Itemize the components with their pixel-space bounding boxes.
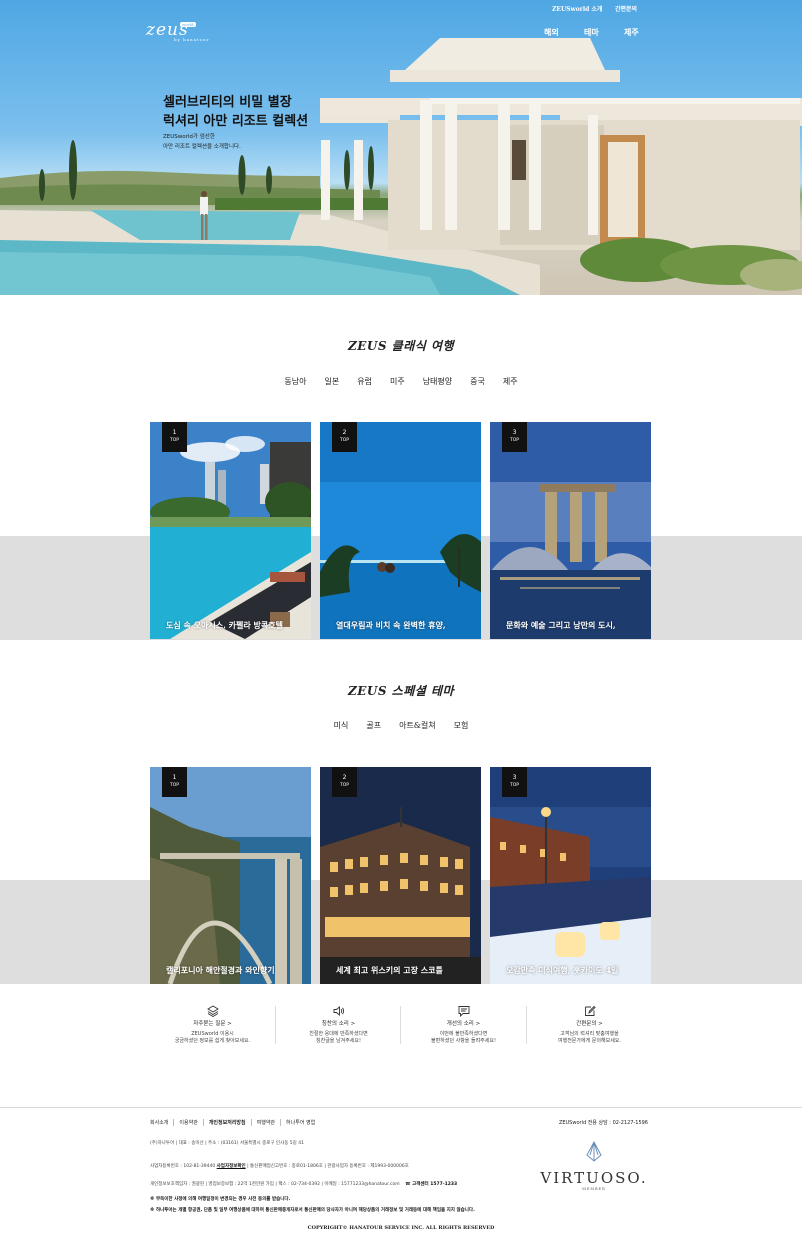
nav-theme[interactable]: 테마 (584, 27, 599, 38)
rank-badge: 1 TOP (162, 422, 187, 452)
rank-badge: 2 TOP (332, 422, 357, 452)
virtuoso-logo: VIRTUOSO. MEMBER (535, 1140, 653, 1191)
footer-divider (0, 1107, 802, 1108)
hero-title: 셀러브리티의 비밀 별장 럭셔리 아만 리조트 컬렉션 (163, 95, 309, 129)
hero-description: ZEUSworld가 엄선한 아만 리조트 컬렉션을 소개합니다. (163, 134, 241, 150)
footer-link-travel-terms[interactable]: 여행약관 (250, 1119, 280, 1126)
special-card-3[interactable]: 3 TOP 오감만족 미식여행, 홋카이도 4일 (490, 767, 651, 984)
message-icon (458, 1006, 469, 1017)
footer-links: 회사소개 이용약관 개인정보처리방침 여행약관 하나투어 영업 (150, 1119, 320, 1126)
hero-image (0, 38, 802, 295)
card-image (320, 767, 481, 984)
card-caption: 오감만족 미식여행, 홋카이도 4일 (506, 965, 619, 975)
tab-gourmet[interactable]: 미식 (334, 720, 349, 731)
service-improvement[interactable]: 개선의 소리 > 이번에 불만족하셨다면 불편하셨던 사항을 들려주세요! (401, 1005, 526, 1045)
tab-southeast-asia[interactable]: 동남아 (284, 376, 306, 387)
service-title: 간편문의 > (576, 1021, 603, 1027)
layers-icon (206, 1005, 219, 1017)
footer-privacy: 개인정보보호책임자 : 권광현 | 영업보증보험 : 22억 1천만원 가입 |… (150, 1182, 458, 1187)
footer-biz: 사업자등록번호 : 102-81-39440 사업자정보확인 | 통신판매업신고… (150, 1164, 409, 1169)
speaker-icon (333, 1006, 344, 1016)
classic-section-title: ZEUS 클래식 여행 (347, 339, 455, 353)
card-image (150, 422, 311, 639)
edit-icon (584, 1005, 596, 1016)
tab-japan[interactable]: 일본 (324, 376, 339, 387)
virtuoso-shell-icon (586, 1140, 602, 1162)
nav-jeju[interactable]: 제주 (624, 27, 639, 38)
tab-china[interactable]: 중국 (470, 376, 485, 387)
service-title: 자주묻는 질문 > (193, 1021, 232, 1027)
tab-golf[interactable]: 골프 (366, 720, 381, 731)
footer-notice-1: ※ 부득이한 사정에 의해 여행일정이 변경되는 경우 사전 동의를 받습니다. (150, 1197, 291, 1202)
site-logo[interactable]: zeus world by hanatour (146, 20, 210, 42)
rank-badge: 2 TOP (332, 767, 357, 797)
tab-europe[interactable]: 유럽 (357, 376, 372, 387)
rank-badge: 1 TOP (162, 767, 187, 797)
card-image (320, 422, 481, 639)
tab-adventure[interactable]: 모험 (454, 720, 469, 731)
service-faq[interactable]: 자주묻는 질문 > ZEUSworld 이용시 궁금하셨던 정보를 쉽게 찾아보… (150, 1005, 275, 1045)
card-image (490, 422, 651, 639)
card-caption: 도심 속 오아시스, 카펠라 방콕호텔 (166, 620, 283, 630)
classic-card-3[interactable]: 3 TOP 문화와 예술 그리고 낭만의 도시, (490, 422, 651, 639)
phone-icon: ☎ (405, 1182, 411, 1187)
footer-call: ZEUSworld 전용 상담 : 02-2127-1596 (558, 1120, 648, 1126)
card-caption: 문화와 예술 그리고 낭만의 도시, (506, 620, 616, 630)
service-title: 칭찬의 소리 > (321, 1021, 356, 1027)
card-image (490, 767, 651, 984)
footer-link-sales[interactable]: 하나투어 영업 (280, 1119, 320, 1126)
service-praise[interactable]: 칭찬의 소리 > 친절한 응대에 만족하셨다면 칭찬글을 남겨주세요! (276, 1005, 401, 1045)
card-caption: 열대우림과 비치 속 완벽한 휴양, (336, 620, 446, 630)
footer-link-privacy[interactable]: 개인정보처리방침 (202, 1119, 251, 1126)
copyright: COPYRIGHT© HANATOUR SERVICE INC. ALL RIG… (307, 1225, 495, 1231)
hero-banner[interactable]: zeus world by hanatour ZEUSworld 소개 간편문의… (0, 0, 802, 295)
service-inquiry[interactable]: 간편문의 > 고객님의 럭셔리 맞춤여행을 여행전문가에게 문의해보세요. (527, 1005, 652, 1045)
tab-art-culture[interactable]: 아트&컬쳐 (399, 720, 436, 731)
classic-card-2[interactable]: 2 TOP 열대우림과 비치 속 완벽한 휴양, (320, 422, 481, 639)
card-caption: 캘리포니아 해안절경과 와인향기 (166, 965, 275, 975)
footer-company: (주)하나투어 | 대표 : 송미선 | 주소 : (03161) 서울특별시 … (150, 1141, 304, 1146)
footer-link-company[interactable]: 회사소개 (150, 1119, 173, 1126)
service-title: 개선의 소리 > (446, 1021, 481, 1027)
special-tabs: 미식 골프 아트&컬쳐 모험 (0, 720, 802, 731)
card-image (150, 767, 311, 984)
classic-tabs: 동남아 일본 유럽 미주 남태평양 중국 제주 (0, 376, 802, 387)
tab-jeju[interactable]: 제주 (503, 376, 518, 387)
footer-notice-2: ※ 하나투어는 개별 항공권, 단품 및 일부 여행상품에 대하여 통신판매중개… (150, 1208, 475, 1213)
special-card-1[interactable]: 1 TOP 캘리포니아 해안절경과 와인향기 (150, 767, 311, 984)
footer-link-terms[interactable]: 이용약관 (173, 1119, 202, 1126)
nav-overseas[interactable]: 해외 (544, 27, 559, 38)
util-link-about[interactable]: ZEUSworld 소개 (552, 4, 602, 13)
card-caption: 세계 최고 위스키의 고장 스코틀 (336, 965, 443, 975)
rank-badge: 3 TOP (502, 767, 527, 797)
special-card-2[interactable]: 2 TOP 세계 최고 위스키의 고장 스코틀 (320, 767, 481, 984)
biz-info-link[interactable]: 사업자정보확인 (217, 1164, 246, 1169)
classic-card-1[interactable]: 1 TOP 도심 속 오아시스, 카펠라 방콕호텔 (150, 422, 311, 639)
tab-americas[interactable]: 미주 (390, 376, 405, 387)
rank-badge: 3 TOP (502, 422, 527, 452)
special-section-title: ZEUS 스페셜 테마 (347, 684, 455, 698)
util-link-inquiry[interactable]: 간편문의 (615, 4, 637, 13)
tab-south-pacific[interactable]: 남태평양 (423, 376, 452, 387)
